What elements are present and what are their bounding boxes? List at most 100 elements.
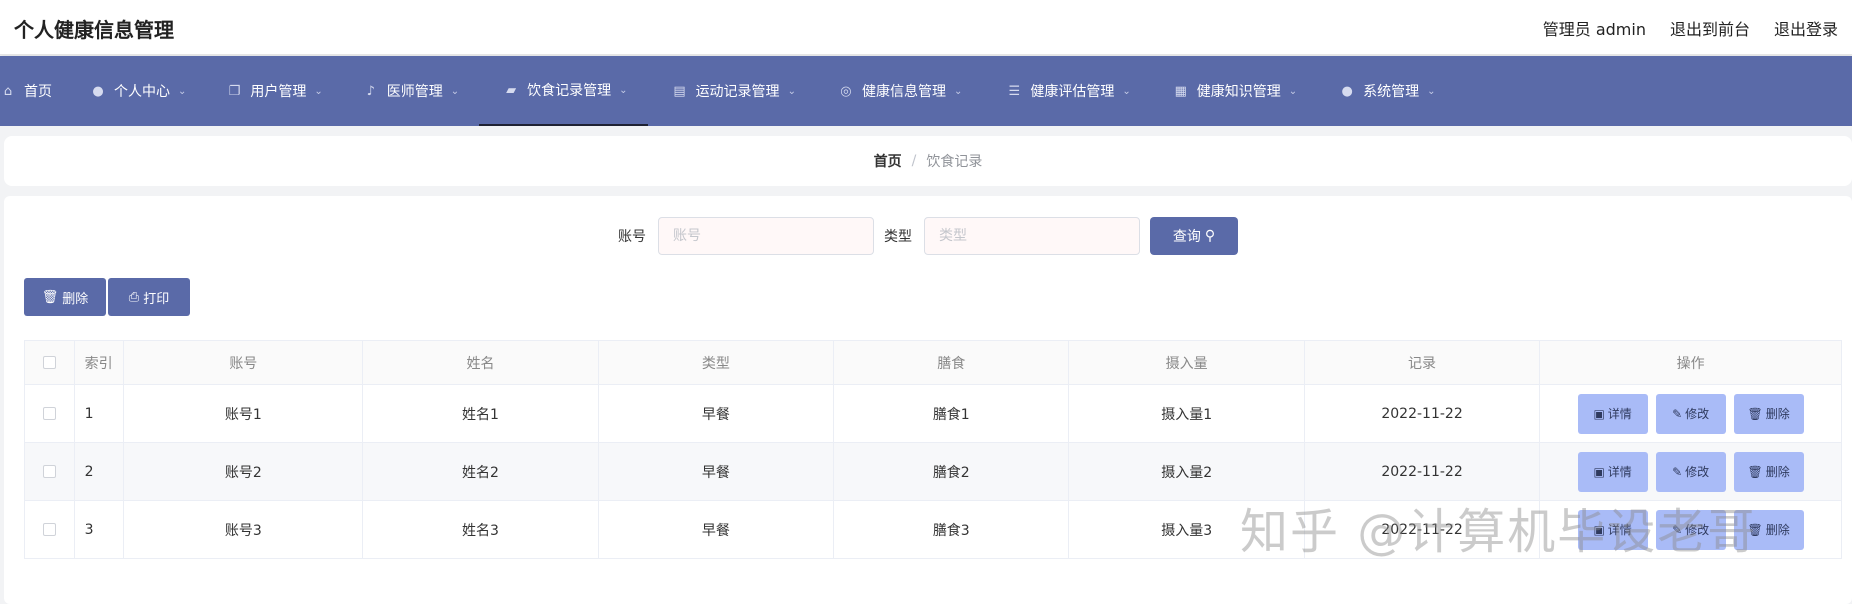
edit-label: 修改 — [1685, 407, 1710, 421]
detail-label: 详情 — [1607, 523, 1632, 537]
account-input[interactable] — [658, 217, 874, 255]
print-button[interactable]: ⎙ 打印 — [108, 278, 190, 316]
delete-label: 删除 — [1765, 465, 1790, 479]
cell-intake: 摄入量2 — [1068, 442, 1305, 501]
nav-item-user-management[interactable]: ❐ 用户管理 ⌄ — [206, 56, 342, 126]
edit-label: 修改 — [1685, 523, 1710, 537]
detail-button[interactable]: ▣ 详情 — [1577, 393, 1648, 434]
query-button[interactable]: 查询 ⚲ — [1150, 217, 1238, 255]
nav-item-system-management[interactable]: ● 系统管理 ⌄ — [1317, 56, 1455, 126]
account-label: 账号 — [618, 229, 646, 245]
diet-record-table: 索引 账号 姓名 类型 膳食 摄入量 记录 操作 1 账号1 姓名1 早餐 膳食… — [24, 340, 1842, 559]
delete-label: 删除 — [1765, 407, 1790, 421]
cell-index: 2 — [73, 442, 125, 501]
breadcrumb-current: 饮食记录 — [926, 154, 983, 170]
grid-icon: ▦ — [1174, 83, 1187, 99]
edit-button[interactable]: ✎ 修改 — [1655, 509, 1726, 550]
nav-label: 健康信息管理 — [861, 84, 946, 100]
list-icon: ☰ — [1008, 83, 1021, 99]
nav-item-home[interactable]: ⌂ 首页 — [0, 56, 72, 126]
edit-icon: ✎ — [1672, 464, 1683, 479]
edit-label: 修改 — [1685, 465, 1710, 479]
header-name: 姓名 — [362, 340, 599, 385]
breadcrumb-separator: / — [911, 153, 917, 169]
nav-label: 个人中心 — [114, 84, 170, 100]
delete-button[interactable]: 🗑︎ 删除 — [1733, 451, 1804, 492]
delete-button[interactable]: 🗑︎ 删除 — [1733, 509, 1804, 550]
batch-delete-button[interactable]: 🗑︎ 删除 — [24, 278, 106, 316]
cell-intake: 摄入量1 — [1068, 384, 1305, 443]
cell-name: 姓名3 — [362, 500, 599, 559]
delete-button[interactable]: 🗑︎ 删除 — [1733, 393, 1804, 434]
chevron-down-icon: ⌄ — [1427, 85, 1436, 97]
print-icon: ⎙ — [128, 289, 140, 305]
row-select-cell — [24, 500, 75, 559]
exit-to-front-link[interactable]: 退出到前台 — [1670, 16, 1750, 40]
detail-button[interactable]: ▣ 详情 — [1577, 451, 1648, 492]
header-record: 记录 — [1303, 340, 1541, 385]
row-checkbox[interactable] — [42, 523, 56, 536]
cell-type: 早餐 — [597, 442, 835, 501]
cell-account: 账号3 — [123, 500, 364, 559]
cell-meal: 膳食1 — [833, 384, 1070, 443]
select-all-cell — [24, 340, 75, 385]
cell-record: 2022-11-22 — [1303, 442, 1541, 501]
top-bar: 个人健康信息管理 管理员 admin 退出到前台 退出登录 — [0, 0, 1852, 55]
chevron-down-icon: ⌄ — [619, 84, 628, 96]
table-row: 3 账号3 姓名3 早餐 膳食3 摄入量3 2022-11-22 ▣ 详情 ✎ 修改… — [24, 500, 1842, 559]
nav-item-health-info-management[interactable]: ◎ 健康信息管理 ⌄ — [816, 56, 982, 126]
topbar-links: 管理员 admin 退出到前台 退出登录 — [1543, 16, 1838, 40]
cell-type: 早餐 — [597, 384, 835, 443]
nav-label: 健康评估管理 — [1030, 84, 1115, 100]
trash-icon: 🗑︎ — [1747, 406, 1763, 421]
trash-icon: 🗑︎ — [1747, 464, 1763, 479]
nav-item-doctor-management[interactable]: ♪ 医师管理 ⌄ — [343, 56, 479, 126]
breadcrumb-home[interactable]: 首页 — [874, 151, 902, 171]
admin-label: 管理员 admin — [1542, 20, 1646, 39]
type-input[interactable] — [924, 217, 1140, 255]
edit-button[interactable]: ✎ 修改 — [1655, 393, 1726, 434]
detail-icon: ▣ — [1593, 464, 1605, 479]
cell-index: 1 — [73, 384, 125, 443]
search-form: 账号 类型 查询 ⚲ — [4, 216, 1852, 256]
print-label: 打印 — [143, 291, 170, 307]
cell-name: 姓名1 — [362, 384, 599, 443]
compass-icon: ◎ — [840, 83, 852, 99]
cell-meal: 膳食3 — [833, 500, 1070, 559]
edit-button[interactable]: ✎ 修改 — [1655, 451, 1726, 492]
logout-link[interactable]: 退出登录 — [1774, 16, 1838, 40]
row-actions: ▣ 详情 ✎ 修改 🗑︎ 删除 — [1540, 393, 1841, 434]
detail-icon: ▣ — [1593, 406, 1605, 421]
main-content: 账号 类型 查询 ⚲ 🗑︎ 删除 ⎙ 打印 索引 账号 姓名 — [4, 196, 1852, 604]
nav-label: 健康知识管理 — [1196, 84, 1281, 100]
nav-label: 运动记录管理 — [695, 84, 780, 100]
row-checkbox[interactable] — [42, 465, 56, 478]
nav-item-health-knowledge-management[interactable]: ▦ 健康知识管理 ⌄ — [1151, 56, 1317, 126]
table-row: 2 账号2 姓名2 早餐 膳食2 摄入量2 2022-11-22 ▣ 详情 ✎ 修改… — [24, 442, 1842, 501]
cell-actions: ▣ 详情 ✎ 修改 🗑︎ 删除 — [1539, 384, 1842, 443]
header-type: 类型 — [597, 340, 835, 385]
nav-item-health-assessment-management[interactable]: ☰ 健康评估管理 ⌄ — [982, 56, 1150, 126]
nav-label: 医师管理 — [386, 84, 443, 100]
select-all-checkbox[interactable] — [42, 356, 56, 369]
chevron-down-icon: ⌄ — [178, 85, 187, 97]
chevron-down-icon: ⌄ — [787, 85, 796, 97]
header-intake: 摄入量 — [1068, 340, 1305, 385]
edit-icon: ✎ — [1672, 522, 1683, 537]
nav-item-exercise-record-management[interactable]: ▤ 运动记录管理 ⌄ — [648, 56, 816, 126]
chevron-down-icon: ⌄ — [450, 85, 460, 97]
nav-item-personal-center[interactable]: ● 个人中心 ⌄ — [72, 56, 206, 126]
microphone-icon: ♪ — [366, 83, 375, 99]
nav-label: 饮食记录管理 — [527, 83, 612, 99]
row-actions: ▣ 详情 ✎ 修改 🗑︎ 删除 — [1540, 509, 1841, 550]
table-header-row: 索引 账号 姓名 类型 膳食 摄入量 记录 操作 — [24, 340, 1842, 385]
detail-button[interactable]: ▣ 详情 — [1577, 509, 1648, 550]
query-label: 查询 — [1172, 229, 1201, 245]
row-select-cell — [24, 384, 75, 443]
detail-icon: ▣ — [1593, 522, 1605, 537]
nav-item-diet-record-management[interactable]: ▰ 饮食记录管理 ⌄ — [479, 56, 648, 126]
row-checkbox[interactable] — [42, 407, 56, 420]
cell-record: 2022-11-22 — [1303, 384, 1541, 443]
cell-account: 账号2 — [123, 442, 364, 501]
chevron-down-icon: ⌄ — [1122, 85, 1131, 97]
